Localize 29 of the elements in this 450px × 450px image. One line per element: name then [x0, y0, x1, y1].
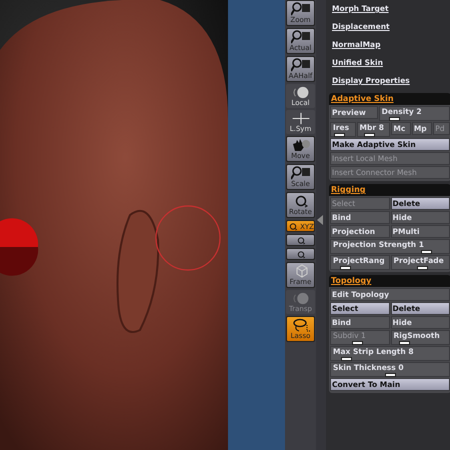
slider-thumb[interactable] [389, 117, 400, 121]
slider-thumb[interactable] [384, 373, 396, 377]
slider-thumb[interactable] [417, 266, 428, 270]
tool-button[interactable] [286, 248, 315, 260]
magnifier-icon [290, 58, 310, 72]
subpalette-header[interactable]: Topology [329, 275, 450, 287]
magnifier-icon [290, 2, 310, 16]
subpalette-title[interactable]: Rigging [331, 185, 366, 195]
tool-button[interactable] [286, 234, 315, 246]
subpalette-header[interactable]: Adaptive Skin [329, 93, 450, 105]
sphere-icon [290, 292, 310, 305]
subpalette-header[interactable]: Rigging [329, 184, 450, 196]
magnifier-icon [290, 30, 310, 44]
slider-thumb[interactable] [420, 250, 432, 254]
subpalette-title[interactable]: Topology [331, 276, 372, 286]
axis-icon [290, 112, 310, 125]
magnifier-icon [290, 166, 310, 180]
slider-thumb[interactable] [364, 133, 375, 137]
lasso-icon [290, 318, 310, 332]
hand-icon [290, 138, 310, 152]
slider-thumb[interactable] [340, 266, 351, 270]
sphere-icon [290, 86, 310, 99]
slider-thumb[interactable] [398, 341, 410, 345]
rotate-icon [287, 222, 300, 231]
slider-thumb[interactable] [334, 133, 346, 137]
subpalette-title[interactable]: Adaptive Skin [331, 94, 394, 104]
sphere-drawing [0, 218, 38, 276]
brush-circle-icon [155, 205, 221, 271]
slider-thumb[interactable] [341, 357, 352, 361]
